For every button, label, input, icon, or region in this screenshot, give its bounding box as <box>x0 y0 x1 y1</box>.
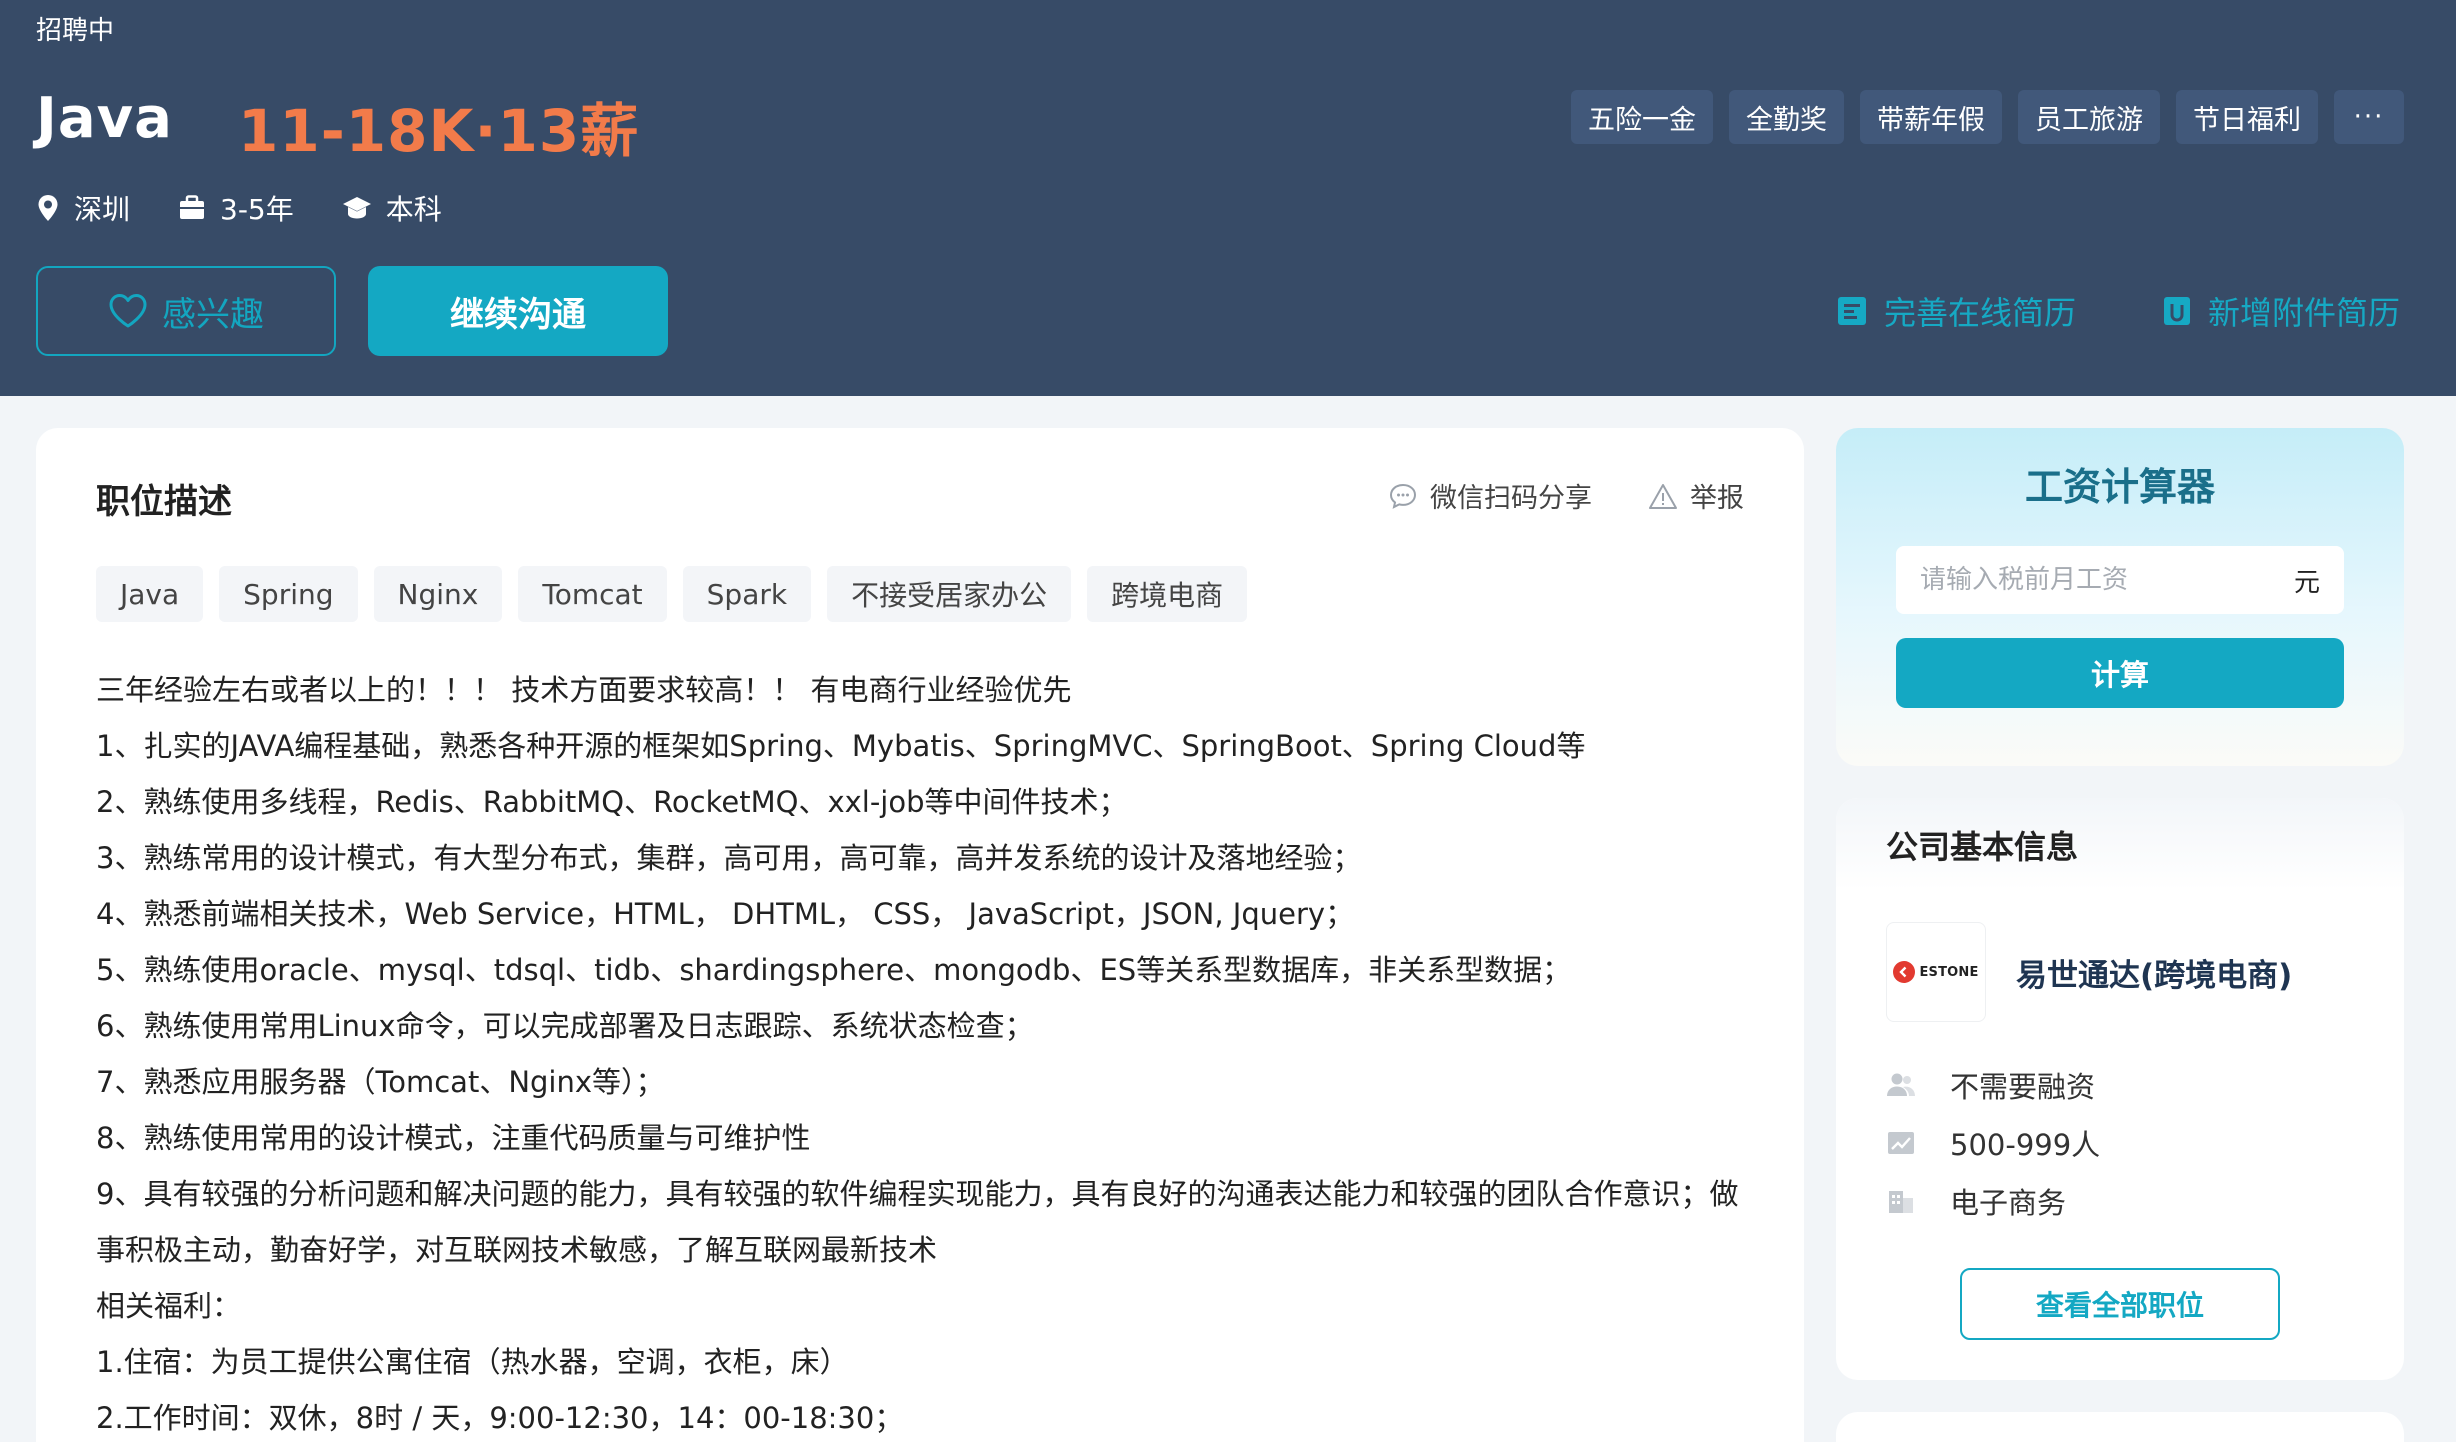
graduation-cap-icon <box>342 197 371 219</box>
skill-tag: Spark <box>682 566 812 622</box>
financing-row: 不需要融资 <box>1886 1056 2100 1114</box>
job-status: 招聘中 <box>36 16 115 46</box>
skill-tag: Java <box>96 566 204 622</box>
people-icon <box>1887 1073 1915 1096</box>
benefit-tags: 五险一金 全勤奖 带薪年假 员工旅游 节日福利 ··· <box>1555 90 2404 144</box>
company-name-link[interactable]: 易世通达(跨境电商) <box>2016 950 2292 995</box>
education-text: 本科 <box>385 193 442 226</box>
benefit-tag: 全勤奖 <box>1729 90 1844 144</box>
description-line: 4、熟悉前端相关技术，Web Service，HTML， DHTML， CSS，… <box>96 897 1355 931</box>
monthly-salary-input[interactable] <box>1920 565 2294 595</box>
complete-online-resume-link[interactable]: 完善在线简历 <box>1836 288 2076 334</box>
description-line: 1、扎实的JAVA编程基础，熟悉各种开源的框架如Spring、Mybatis、S… <box>96 729 1586 763</box>
building-icon <box>1889 1191 1913 1213</box>
salary-input-wrapper: 元 <box>1896 546 2344 614</box>
description-line: 6、熟练使用常用Linux命令，可以完成部署及日志跟踪、系统状态检查； <box>96 1009 1034 1043</box>
skill-tag: Nginx <box>373 566 503 622</box>
description-line: 2、熟练使用多线程，Redis、RabbitMQ、RocketMQ、xxl-jo… <box>96 785 1128 819</box>
company-section-title: 公司基本信息 <box>1886 828 2079 866</box>
benefit-tag: 带薪年假 <box>1860 90 2002 144</box>
currency-unit: 元 <box>2293 567 2320 598</box>
industry-row: 电子商务 <box>1886 1172 2100 1230</box>
estone-logo: ESTONE <box>1893 961 1978 983</box>
job-title: Java <box>36 86 173 151</box>
card-actions: 微信扫码分享 举报 <box>1332 476 1744 515</box>
add-attachment-resume-label: 新增附件简历 <box>2208 294 2401 332</box>
report-label: 举报 <box>1690 483 1744 514</box>
meta-location: 深圳 <box>36 188 130 228</box>
salary-calculator: 工资计算器 元 计算 <box>1836 428 2404 766</box>
meta-experience: 3-5年 <box>178 188 294 228</box>
size-row: 500-999人 <box>1886 1114 2100 1172</box>
description-line: 9、具有较强的分析问题和解决问题的能力，具有较强的软件编程实现能力，具有良好的沟… <box>96 1177 1739 1267</box>
description-line: 1.住宿：为员工提供公寓住宿（热水器，空调，衣柜，床） <box>96 1345 849 1379</box>
continue-chat-button[interactable]: 继续沟通 <box>368 266 668 356</box>
job-meta: 深圳 3-5年 本科 <box>36 188 490 228</box>
skill-tag: 跨境电商 <box>1087 566 1248 622</box>
wechat-share-label: 微信扫码分享 <box>1430 483 1592 514</box>
briefcase-icon <box>180 195 205 219</box>
calculate-button[interactable]: 计算 <box>1896 638 2344 708</box>
report-button[interactable]: 举报 <box>1648 476 1744 515</box>
location-pin-icon <box>38 195 58 221</box>
resume-icon <box>1838 297 1866 325</box>
industry-text: 电子商务 <box>1950 1186 2067 1220</box>
trend-chart-icon <box>1888 1132 1914 1154</box>
financing-text: 不需要融资 <box>1950 1070 2096 1104</box>
salary: 11-18K·13薪 <box>238 97 640 165</box>
wechat-share-button[interactable]: 微信扫码分享 <box>1388 476 1592 515</box>
logo-wordmark: ESTONE <box>1919 964 1979 980</box>
description-line: 三年经验左右或者以上的！！！ 技术方面要求较高！！ 有电商行业经验优先 <box>96 673 1072 707</box>
view-all-jobs-button[interactable]: 查看全部职位 <box>1960 1268 2280 1340</box>
skill-tag: 不接受居家办公 <box>827 566 1072 622</box>
interest-label: 感兴趣 <box>162 294 264 335</box>
job-description-text: 三年经验左右或者以上的！！！ 技术方面要求较高！！ 有电商行业经验优先 1、扎实… <box>96 662 1756 1442</box>
location-text: 深圳 <box>74 193 131 226</box>
skill-tags: Java Spring Nginx Tomcat Spark 不接受居家办公 跨… <box>96 566 1263 622</box>
meta-education: 本科 <box>342 188 442 228</box>
complete-online-resume-label: 完善在线简历 <box>1884 294 2077 332</box>
description-line: 8、熟练使用常用的设计模式，注重代码质量与可维护性 <box>96 1121 811 1155</box>
section-title: 职位描述 <box>96 482 232 522</box>
description-line: 3、熟练常用的设计模式，有大型分布式，集群，高可用，高可靠，高并发系统的设计及落… <box>96 841 1362 875</box>
benefit-tag: 员工旅游 <box>2018 90 2160 144</box>
job-description-card: 职位描述 微信扫码分享 举报 Java Spring Nginx Tomcat … <box>36 428 1804 1442</box>
calculator-title: 工资计算器 <box>2024 465 2215 509</box>
experience-text: 3-5年 <box>220 193 294 226</box>
heart-icon <box>109 294 147 328</box>
benefit-tag: 节日福利 <box>2176 90 2318 144</box>
skill-tag: Tomcat <box>518 566 667 622</box>
estone-logo-mark-icon <box>1893 961 1916 983</box>
description-line: 相关福利： <box>96 1289 242 1323</box>
description-line: 2.工作时间：双休，8时 / 天，9:00-12:30，14：00-18:30； <box>96 1401 904 1435</box>
company-facts: 不需要融资 500-999人 电子商务 <box>1886 1056 2100 1230</box>
description-line: 7、熟悉应用服务器（Tomcat、Nginx等）； <box>96 1065 665 1099</box>
company-size-text: 500-999人 <box>1950 1128 2101 1162</box>
description-line: 5、熟练使用oracle、mysql、tdsql、tidb、shardingsp… <box>96 953 1572 987</box>
more-benefits-button[interactable]: ··· <box>2334 90 2404 144</box>
company-info-card: 公司基本信息 ESTONE 易世通达(跨境电商) 不需要融资 500-999人 … <box>1836 798 2404 1380</box>
benefit-tag: 五险一金 <box>1571 90 1713 144</box>
interest-button[interactable]: 感兴趣 <box>36 266 336 356</box>
company-logo[interactable]: ESTONE <box>1886 922 1986 1022</box>
next-sidebar-card <box>1836 1412 2404 1442</box>
warning-icon <box>1649 483 1677 509</box>
skill-tag: Spring <box>219 566 358 622</box>
job-header: 招聘中 Java 11-18K·13薪 深圳 3-5年 本科 五险一金 全勤奖 … <box>0 0 2456 396</box>
add-attachment-resume-link[interactable]: 新增附件简历 <box>2162 288 2400 334</box>
chat-bubble-icon <box>1389 483 1417 509</box>
attachment-icon <box>2164 297 2190 325</box>
company-card-header: 公司基本信息 <box>1836 798 2404 890</box>
